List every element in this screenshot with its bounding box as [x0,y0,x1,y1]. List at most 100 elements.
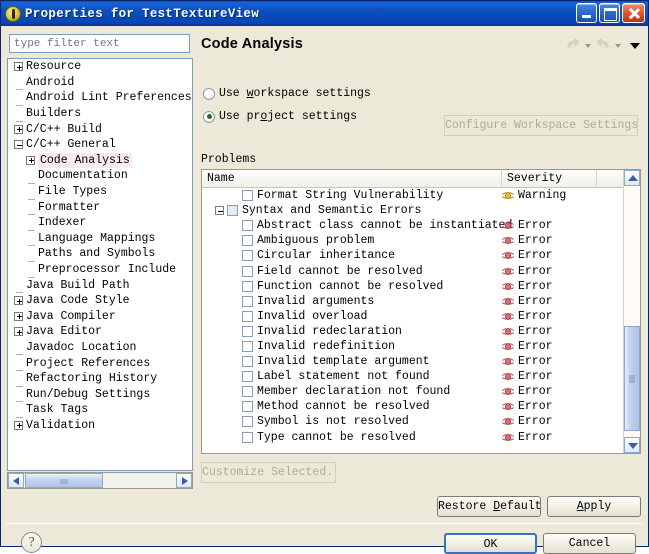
severity-cell[interactable]: Error [501,340,553,353]
severity-cell[interactable]: Error [501,370,553,383]
help-icon[interactable]: ? [21,532,42,553]
scroll-left-icon[interactable] [8,473,24,488]
collapse-minus-icon[interactable] [215,206,224,216]
table-row[interactable]: Invalid redefinition Error [202,339,625,354]
row-checkbox[interactable] [242,190,253,202]
back-arrow-icon[interactable] [565,38,581,53]
sidebar-item-language-mappings[interactable]: Language Mappings [8,231,192,247]
scroll-up-icon[interactable] [624,170,640,186]
severity-cell[interactable]: Error [501,431,553,444]
row-checkbox[interactable] [242,325,253,337]
forward-history-chevron-down-icon[interactable] [615,43,621,48]
row-checkbox[interactable] [242,280,253,292]
severity-cell[interactable]: Error [501,234,553,247]
collapse-minus-icon[interactable] [14,140,23,150]
sidebar-item-code-analysis[interactable]: Code Analysis [8,152,192,169]
table-row[interactable]: Symbol is not resolved Error [202,414,625,429]
row-checkbox[interactable] [242,371,253,383]
severity-cell[interactable]: Error [501,415,553,428]
severity-cell[interactable]: Error [501,310,553,323]
row-checkbox[interactable] [242,431,253,443]
expand-plus-icon[interactable] [14,420,23,430]
severity-cell[interactable]: Error [501,219,553,232]
row-checkbox[interactable] [242,310,253,322]
severity-cell[interactable]: Error [501,355,553,368]
sidebar-item-indexer[interactable]: Indexer [8,215,192,231]
sidebar-item-refactoring-history[interactable]: Refactoring History [8,371,192,387]
sidebar-item-javadoc-location[interactable]: Javadoc Location [8,340,192,356]
ok-button[interactable]: OK [444,533,537,554]
cancel-button[interactable]: Cancel [543,533,636,554]
row-checkbox[interactable] [242,265,253,277]
sidebar-item-resource[interactable]: Resource [8,59,192,75]
problems-table-rows[interactable]: Format String Vulnerability Warning Syntax… [202,188,625,453]
severity-cell[interactable]: Error [501,325,553,338]
sidebar-item-task-tags[interactable]: Task Tags [8,402,192,418]
back-history-chevron-down-icon[interactable] [585,43,591,48]
sidebar-item-preprocessor-include[interactable]: Preprocessor Include [8,262,192,278]
severity-cell[interactable]: Error [501,265,553,278]
apply-button[interactable]: Apply [547,496,641,517]
scroll-right-icon[interactable] [176,473,192,488]
sidebar-item-validation[interactable]: Validation [8,418,192,434]
row-checkbox[interactable] [242,340,253,352]
table-row[interactable]: Member declaration not found Error [202,384,625,399]
customize-selected-button[interactable]: Customize Selected... [201,462,336,483]
restore-defaults-button[interactable]: Restore Defaults [437,496,541,517]
row-checkbox[interactable] [227,205,238,217]
sidebar-item-documentation[interactable]: Documentation [8,168,192,184]
expand-plus-icon[interactable] [14,124,23,134]
row-checkbox[interactable] [242,401,253,413]
sidebar-item-run-debug-settings[interactable]: Run/Debug Settings [8,386,192,403]
configure-workspace-settings-button[interactable]: Configure Workspace Settings... [444,115,638,136]
row-checkbox[interactable] [242,220,253,232]
forward-arrow-icon[interactable] [595,38,611,53]
sidebar-item-builders[interactable]: Builders [8,106,192,122]
severity-cell[interactable]: Error [501,249,553,262]
title-bar[interactable]: Properties for TestTextureView [1,1,648,26]
sidebar-item-android[interactable]: Android [8,75,192,91]
sidebar-item-java-code-style[interactable]: Java Code Style [8,293,192,309]
use-project-settings-radio[interactable]: Use project settings [203,110,357,123]
row-checkbox[interactable] [242,235,253,247]
sidebar-item-paths-and-symbols[interactable]: Paths and Symbols [8,246,192,262]
sidebar-item-c-c-general[interactable]: C/C++ General [8,137,192,153]
minimize-icon[interactable] [576,3,597,23]
sidebar-item-project-references[interactable]: Project References [8,355,192,372]
sidebar-item-file-types[interactable]: File Types [8,184,192,200]
row-checkbox[interactable] [242,295,253,307]
expand-plus-icon[interactable] [14,296,23,306]
expand-plus-icon[interactable] [26,155,35,165]
row-checkbox[interactable] [242,356,253,368]
row-checkbox[interactable] [242,416,253,428]
expand-plus-icon[interactable] [14,311,23,321]
severity-cell[interactable]: Warning [501,189,566,202]
table-row[interactable]: Type cannot be resolved Error [202,430,625,445]
horizontal-scroll-thumb[interactable] [25,473,103,488]
column-header-severity[interactable]: Severity [502,170,597,188]
row-checkbox[interactable] [242,386,253,398]
problems-vertical-scrollbar[interactable] [623,170,640,453]
table-row[interactable]: Invalid redeclaration Error [202,324,625,339]
use-workspace-settings-radio[interactable]: Use workspace settings [203,87,371,100]
problems-table[interactable]: Name Severity Format String Vulnerabilit… [201,169,641,454]
filter-input[interactable] [9,34,190,53]
settings-tree[interactable]: Resource Android Android Lint Preferences B… [7,58,193,471]
sidebar-item-java-compiler[interactable]: Java Compiler [8,309,192,325]
table-row[interactable]: Invalid overload Error [202,309,625,324]
table-row[interactable]: Circular inheritance Error [202,248,625,263]
severity-cell[interactable]: Error [501,280,553,293]
table-row[interactable]: Syntax and Semantic Errors [202,203,625,218]
table-row[interactable]: Format String Vulnerability Warning [202,188,625,203]
scroll-down-icon[interactable] [624,437,640,453]
table-row[interactable]: Label statement not found Error [202,369,625,384]
table-row[interactable]: Invalid template argument Error [202,354,625,369]
view-menu-chevron-down-icon[interactable] [630,42,640,49]
sidebar-item-java-build-path[interactable]: Java Build Path [8,277,192,294]
table-row[interactable]: Ambiguous problem Error [202,233,625,248]
table-row[interactable]: Invalid arguments Error [202,294,625,309]
table-row[interactable]: Method cannot be resolved Error [202,399,625,414]
sidebar-item-java-editor[interactable]: Java Editor [8,324,192,340]
sidebar-item-c-c-build[interactable]: C/C++ Build [8,121,192,137]
column-header-name[interactable]: Name [202,170,502,188]
